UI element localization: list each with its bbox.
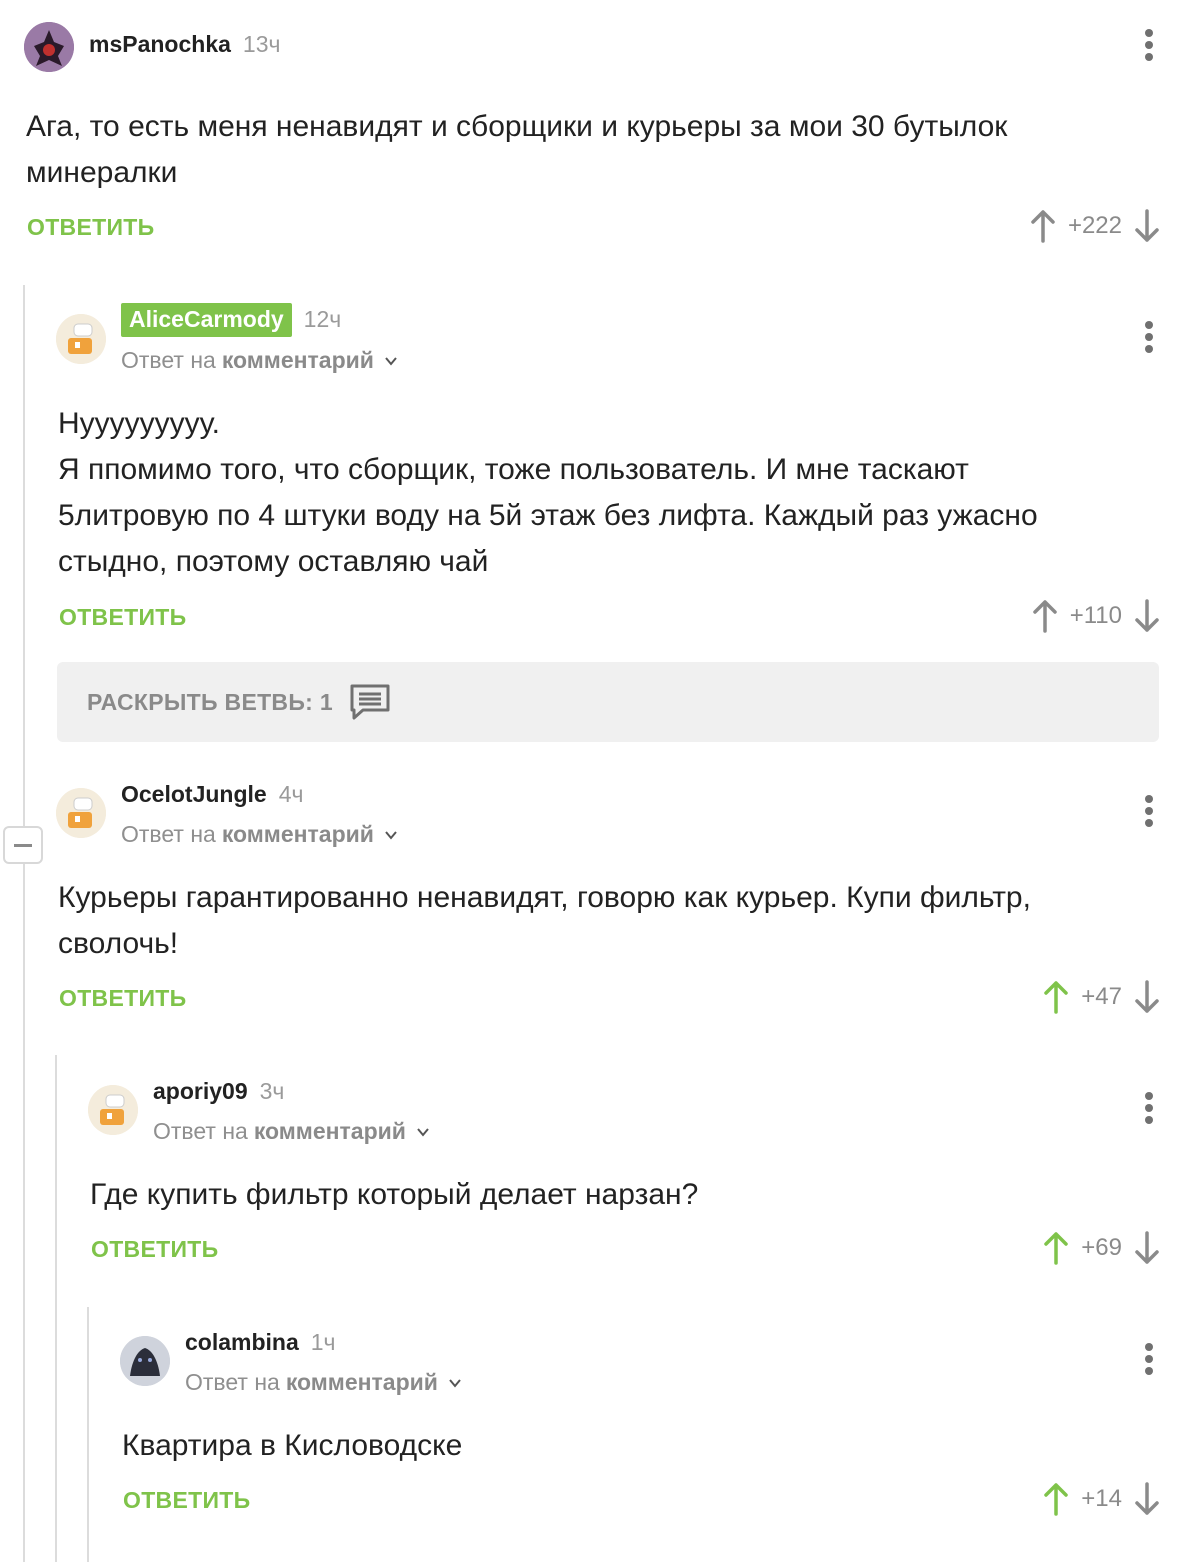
comment-text-line: минералки: [26, 156, 178, 189]
comment-time: 4ч: [278, 781, 304, 807]
rating: +47: [1043, 980, 1160, 1014]
thread-line-level-2: [55, 1055, 57, 1562]
reply-to-prefix: Ответ на: [121, 347, 216, 373]
minus-icon: [14, 844, 32, 847]
thread-line-level-1: [23, 285, 25, 1562]
rating-score: +47: [1081, 983, 1122, 1010]
arrow-up-icon[interactable]: [1032, 599, 1058, 633]
avatar[interactable]: [56, 788, 106, 838]
rating-score: +14: [1081, 1485, 1122, 1512]
reply-button[interactable]: ОТВЕТИТЬ: [91, 1236, 218, 1263]
comment-time: 13ч: [242, 31, 281, 57]
rating: +222: [1030, 209, 1160, 243]
arrow-down-icon[interactable]: [1134, 209, 1160, 243]
chevron-down-icon[interactable]: [384, 828, 398, 842]
reply-to-target[interactable]: комментарий: [222, 347, 374, 374]
reply-to-target[interactable]: комментарий: [254, 1118, 406, 1145]
comment-text-line: Квартира в Кисловодске: [122, 1429, 463, 1462]
comment-author[interactable]: colambina: [185, 1329, 299, 1356]
comment-text-line: стыдно, поэтому оставляю чай: [58, 545, 489, 578]
avatar[interactable]: [24, 22, 74, 72]
comment-menu-button[interactable]: [1138, 27, 1160, 63]
arrow-down-icon[interactable]: [1134, 980, 1160, 1014]
reply-to-prefix: Ответ на: [185, 1369, 280, 1395]
reply-button[interactable]: ОТВЕТИТЬ: [59, 985, 186, 1012]
comment-text-line: Нууууууууу.: [58, 407, 220, 440]
reply-to-target[interactable]: комментарий: [222, 821, 374, 848]
comment-text-line: сволочь!: [58, 927, 179, 960]
avatar[interactable]: [88, 1085, 138, 1135]
chevron-down-icon[interactable]: [448, 1376, 462, 1390]
reply-to-link[interactable]: Ответ на комментарий: [121, 821, 398, 848]
comment-text: Ага, то есть меня ненавидят и сборщики и…: [26, 104, 1007, 196]
comment-text: Квартира в Кисловодске: [122, 1423, 462, 1469]
reply-to-link[interactable]: Ответ на комментарий: [121, 347, 398, 374]
avatar[interactable]: [120, 1336, 170, 1386]
comment-author[interactable]: msPanochka: [89, 31, 231, 58]
arrow-up-icon[interactable]: [1043, 980, 1069, 1014]
rating-score: +69: [1081, 1234, 1122, 1261]
reply-to-link[interactable]: Ответ на комментарий: [153, 1118, 430, 1145]
reply-button[interactable]: ОТВЕТИТЬ: [59, 604, 186, 631]
arrow-down-icon[interactable]: [1134, 1231, 1160, 1265]
avatar[interactable]: [56, 314, 106, 364]
reply-to-link[interactable]: Ответ на комментарий: [185, 1369, 462, 1396]
expand-branch-button[interactable]: РАСКРЫТЬ ВЕТВЬ: 1: [57, 662, 1159, 742]
rating-score: +110: [1069, 602, 1122, 629]
comment-text-line: Где купить фильтр который делает нарзан?: [90, 1178, 699, 1211]
rating: +69: [1043, 1231, 1160, 1265]
comment-time: 1ч: [310, 1329, 336, 1355]
collapse-thread-button[interactable]: [3, 826, 43, 864]
rating-score: +222: [1067, 212, 1122, 239]
comment-menu-button[interactable]: [1138, 1090, 1160, 1126]
arrow-up-icon[interactable]: [1043, 1231, 1069, 1265]
arrow-down-icon[interactable]: [1134, 599, 1160, 633]
arrow-up-icon[interactable]: [1043, 1482, 1069, 1516]
chevron-down-icon[interactable]: [416, 1125, 430, 1139]
reply-to-target[interactable]: комментарий: [286, 1369, 438, 1396]
comment-author[interactable]: OcelotJungle: [121, 781, 267, 808]
comment-text: Курьеры гарантированно ненавидят, говорю…: [58, 875, 1031, 967]
reply-to-prefix: Ответ на: [153, 1118, 248, 1144]
chevron-down-icon[interactable]: [384, 354, 398, 368]
arrow-up-icon[interactable]: [1030, 209, 1056, 243]
comment-menu-button[interactable]: [1138, 319, 1160, 355]
rating: +110: [1032, 599, 1160, 633]
comment-author[interactable]: AliceCarmody: [121, 303, 292, 337]
comment-text-line: Ага, то есть меня ненавидят и сборщики и…: [26, 110, 1008, 143]
reply-button[interactable]: ОТВЕТИТЬ: [123, 1487, 250, 1514]
comment-text: Нууууууууу. Я ппомимо того, что сборщик,…: [58, 401, 1038, 585]
expand-branch-label: РАСКРЫТЬ ВЕТВЬ: 1: [87, 688, 333, 715]
comment-menu-button[interactable]: [1138, 793, 1160, 829]
comment-menu-button[interactable]: [1138, 1341, 1160, 1377]
comment-author[interactable]: aporiy09: [153, 1078, 248, 1105]
comment-text: Где купить фильтр который делает нарзан?: [90, 1172, 698, 1218]
thread-line-level-3: [87, 1307, 89, 1562]
reply-to-prefix: Ответ на: [121, 821, 216, 847]
arrow-down-icon[interactable]: [1134, 1482, 1160, 1516]
comment-text-line: Курьеры гарантированно ненавидят, говорю…: [58, 881, 1031, 914]
comments-icon: [350, 684, 390, 720]
comment-time: 12ч: [303, 306, 342, 332]
rating: +14: [1043, 1482, 1160, 1516]
comment-text-line: Я ппомимо того, что сборщик, тоже пользо…: [58, 453, 969, 486]
comment-text-line: 5литровую по 4 штуки воду на 5й этаж без…: [58, 499, 1038, 532]
comment-time: 3ч: [259, 1078, 285, 1104]
reply-button[interactable]: ОТВЕТИТЬ: [27, 214, 154, 241]
